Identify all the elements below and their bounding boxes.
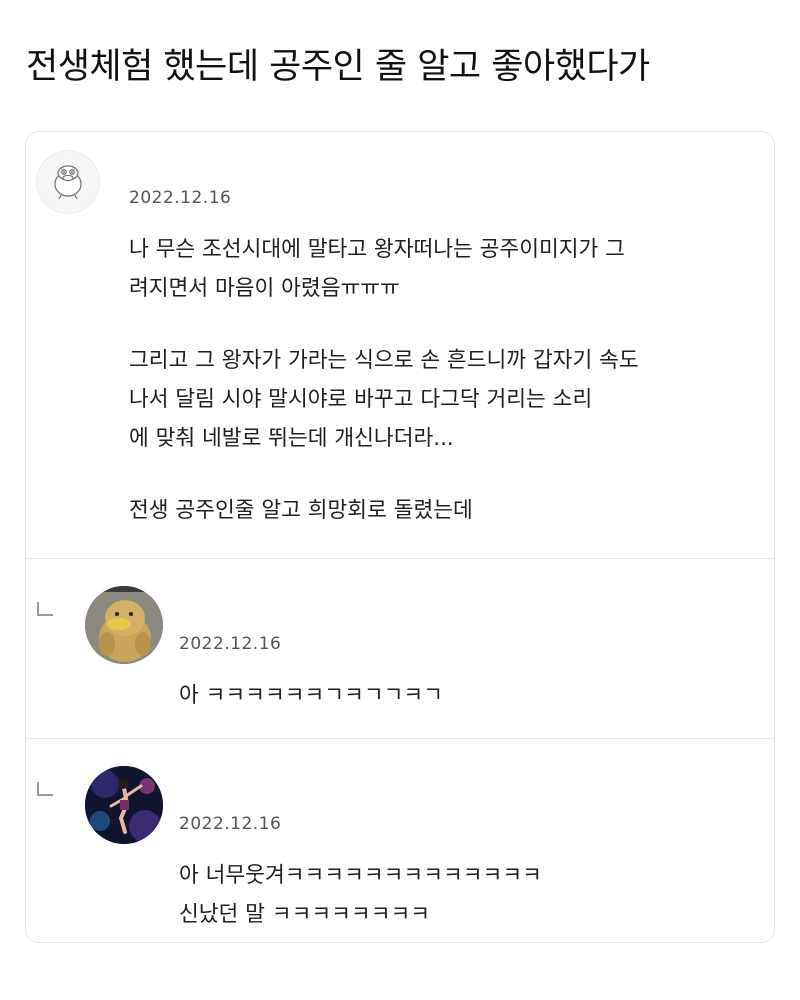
comment-date: 2022.12.16 bbox=[129, 188, 232, 208]
reply: 2022.12.16 아 너무웃겨ㅋㅋㅋㅋㅋㅋㅋㅋㅋㅋㅋㅋㅋ 신났던 말 ㅋㅋㅋ… bbox=[26, 738, 774, 942]
reply-text-line: 아 ㅋㅋㅋㅋㅋㅋㄱㅋㄱㄱㅋㄱ bbox=[179, 683, 443, 708]
comment-text-line: 에 맞춰 네발로 뛰는데 개신나더라... bbox=[129, 426, 454, 451]
reply-text-line: 아 너무웃겨ㅋㅋㅋㅋㅋㅋㅋㅋㅋㅋㅋㅋㅋ bbox=[179, 863, 542, 888]
reply-date: 2022.12.16 bbox=[179, 634, 282, 654]
comment-card: 2022.12.16 나 무슨 조선시대에 말타고 왕자떠나는 공주이미지가 그… bbox=[25, 131, 775, 943]
comment-text-line: 그리고 그 왕자가 가라는 식으로 손 흔드니까 갑자기 속도 bbox=[129, 348, 639, 373]
reply-date: 2022.12.16 bbox=[179, 814, 282, 834]
duck-plush-icon[interactable] bbox=[85, 586, 163, 664]
comment-text-line: 려지면서 마음이 아렸음ㅠㅠㅠ bbox=[129, 276, 400, 301]
comment: 2022.12.16 나 무슨 조선시대에 말타고 왕자떠나는 공주이미지가 그… bbox=[26, 132, 774, 558]
comment-text-line: 전생 공주인줄 알고 희망회로 돌렸는데 bbox=[129, 498, 473, 523]
page-title: 전생체험 했는데 공주인 줄 알고 좋아했다가 bbox=[26, 47, 650, 87]
reply-arrow-icon bbox=[37, 602, 53, 616]
comment-text-line: 나 무슨 조선시대에 말타고 왕자떠나는 공주이미지가 그 bbox=[129, 237, 625, 262]
reply-text-line: 신났던 말 ㅋㅋㅋㅋㅋㅋㅋㅋ bbox=[179, 902, 431, 927]
character-face-icon[interactable] bbox=[36, 150, 100, 214]
reply-arrow-icon bbox=[37, 782, 53, 796]
reply: 2022.12.16 아 ㅋㅋㅋㅋㅋㅋㄱㅋㄱㄱㅋㄱ bbox=[26, 558, 774, 738]
comment-text-line: 나서 달림 시야 말시야로 바꾸고 다그닥 거리는 소리 bbox=[129, 387, 593, 412]
dancer-photo-icon[interactable] bbox=[85, 766, 163, 844]
